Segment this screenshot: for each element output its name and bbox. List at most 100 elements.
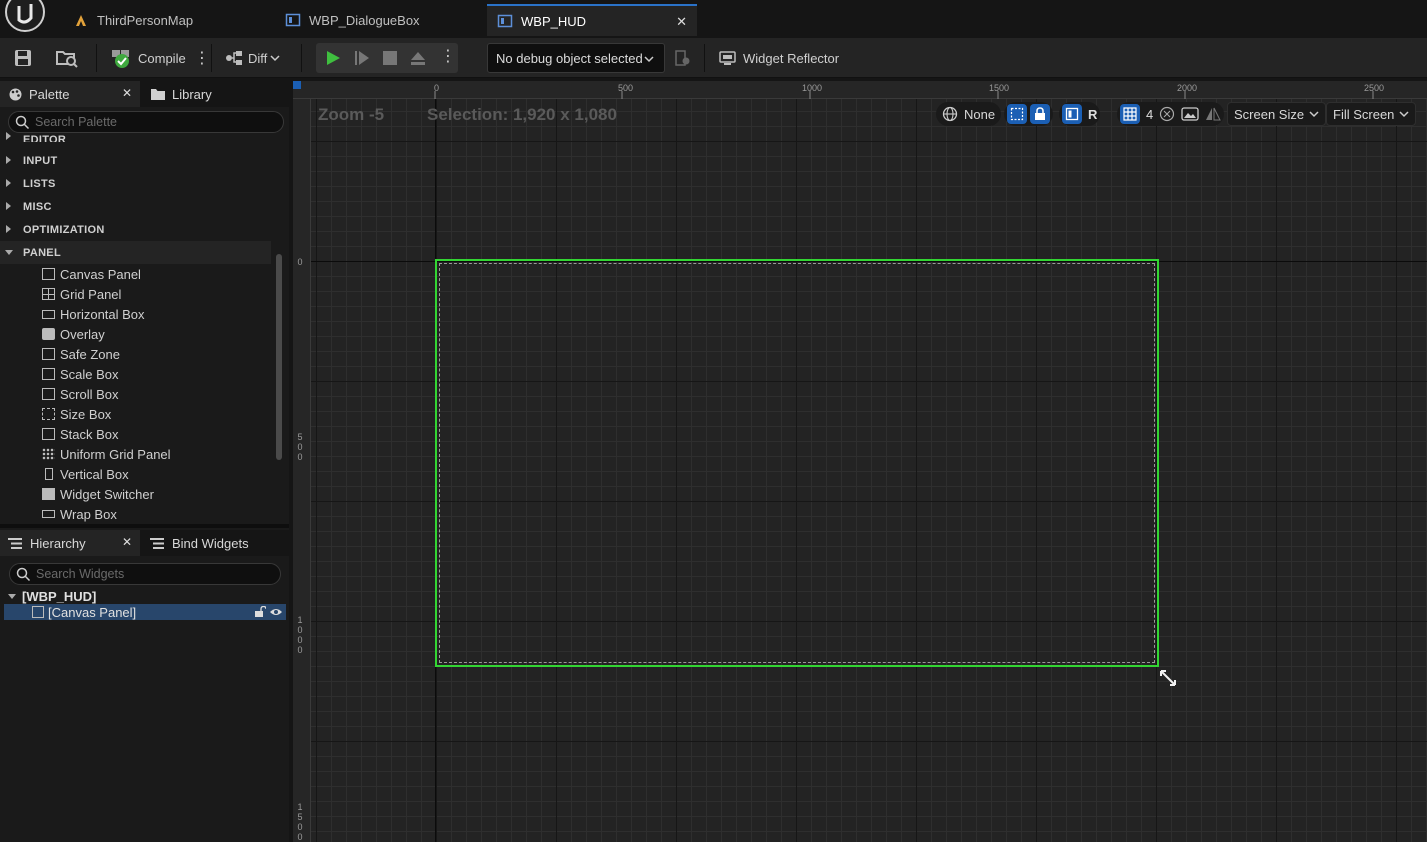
wrap-box-icon (42, 510, 55, 518)
tab-palette[interactable]: Palette ✕ (0, 81, 140, 107)
designer-viewport[interactable]: 0 500 1000 1500 2000 2500 0 500 1000 150… (293, 81, 1427, 842)
palette-item-label: Overlay (60, 326, 105, 342)
tab-label: Library (172, 86, 212, 102)
marquee-select-button[interactable] (1007, 104, 1027, 124)
palette-item-label: Safe Zone (60, 346, 120, 362)
category-misc[interactable]: MISC (0, 195, 271, 218)
tab-bind-widgets[interactable]: Bind Widgets (142, 530, 282, 556)
palette-item-vertical-box[interactable]: Vertical Box (42, 464, 129, 484)
zoom-level: Zoom -5 (318, 105, 385, 124)
palette-item-horizontal-box[interactable]: Horizontal Box (42, 304, 145, 324)
grid-snap-value[interactable]: 4 (1146, 107, 1153, 122)
ruler-tick-label: 0 (297, 257, 303, 267)
palette-item-label: Vertical Box (60, 466, 129, 482)
lock-button[interactable] (1030, 104, 1050, 124)
localization-preview[interactable]: None (936, 101, 1002, 127)
unlock-icon[interactable] (254, 606, 266, 618)
palette-item-scroll-box[interactable]: Scroll Box (42, 384, 119, 404)
transform-mode-icon[interactable] (1159, 106, 1175, 122)
category-input[interactable]: INPUT (0, 149, 271, 172)
ruler-tick-label: 1500 (297, 802, 303, 842)
palette-item-grid-panel[interactable]: Grid Panel (42, 284, 121, 304)
tab-wbp-hud[interactable]: WBP_HUD ✕ (487, 4, 697, 36)
widget-reflector-button[interactable]: Widget Reflector (718, 44, 839, 72)
layout-icon (1065, 107, 1079, 121)
background-image-icon[interactable] (1181, 106, 1199, 122)
tab-label: WBP_HUD (521, 13, 587, 29)
stop-icon[interactable] (381, 49, 399, 67)
expand-arrow-icon (6, 225, 11, 233)
search-placeholder: Search Widgets (36, 567, 125, 581)
palette-item-label: Canvas Panel (60, 266, 141, 282)
close-icon[interactable]: ✕ (122, 86, 132, 100)
palette-item-canvas-panel[interactable]: Canvas Panel (42, 264, 141, 284)
compile-button[interactable]: Compile (110, 44, 186, 72)
unreal-logo-icon[interactable] (5, 0, 47, 32)
tab-wbp-dialoguebox[interactable]: WBP_DialogueBox (275, 4, 485, 36)
category-panel[interactable]: PANEL (0, 241, 271, 264)
debug-object-value: No debug object selected (496, 50, 643, 66)
step-icon[interactable] (353, 49, 371, 67)
r-button[interactable]: R (1088, 107, 1097, 122)
chevron-down-icon (270, 55, 280, 62)
palette-item-uniform-grid-panel[interactable]: Uniform Grid Panel (42, 444, 171, 464)
screen-size-dropdown[interactable]: Screen Size (1227, 101, 1327, 127)
play-icon[interactable] (324, 49, 342, 67)
palette-icon (9, 88, 22, 100)
palette-item-wrap-box[interactable]: Wrap Box (42, 504, 117, 524)
diff-button[interactable]: Diff (224, 44, 280, 72)
tab-hierarchy[interactable]: Hierarchy ✕ (0, 530, 140, 556)
category-lists[interactable]: LISTS (0, 172, 271, 195)
resize-handle-icon[interactable] (1159, 669, 1177, 687)
save-button[interactable] (12, 44, 34, 72)
globe-icon (942, 106, 958, 122)
scale-box-icon (42, 368, 55, 380)
close-icon[interactable]: ✕ (122, 535, 132, 549)
palette-item-size-box[interactable]: Size Box (42, 404, 111, 424)
eye-icon[interactable] (269, 606, 283, 618)
debug-object-dropdown[interactable]: No debug object selected (487, 43, 665, 73)
marquee-icon (1010, 107, 1024, 121)
search-placeholder: Search Palette (35, 115, 117, 129)
diff-icon (226, 51, 242, 65)
palette-item-label: Uniform Grid Panel (60, 446, 171, 462)
eject-icon[interactable] (409, 49, 427, 67)
save-icon (15, 50, 31, 66)
tab-label: Bind Widgets (172, 535, 249, 551)
tab-library[interactable]: Library (142, 81, 282, 107)
canvas-design-bounds[interactable] (435, 259, 1159, 667)
close-tab-icon[interactable]: ✕ (676, 14, 687, 30)
respect-locks-button[interactable] (1062, 104, 1082, 124)
flip-icon[interactable] (1205, 106, 1222, 122)
palette-scrollbar[interactable] (276, 254, 282, 460)
overlay-icon (42, 328, 55, 340)
tab-thirdpersonmap[interactable]: ThirdPersonMap (63, 4, 273, 36)
debug-filter-icon[interactable] (673, 49, 691, 67)
tab-label: ThirdPersonMap (97, 12, 194, 28)
vertical-box-icon (45, 468, 53, 480)
palette-item-safe-zone[interactable]: Safe Zone (42, 344, 120, 364)
compile-options-button[interactable]: ⋮ (194, 44, 210, 72)
palette-item-label: Scale Box (60, 366, 119, 382)
browse-button[interactable] (54, 44, 80, 72)
ruler-tick-label: 500 (297, 432, 303, 462)
more-vertical-icon[interactable]: ⋮ (440, 46, 456, 66)
hierarchy-item-label: [Canvas Panel] (48, 604, 137, 620)
ruler-tick-label: 1000 (297, 615, 303, 655)
search-icon (16, 567, 31, 582)
palette-item-overlay[interactable]: Overlay (42, 324, 105, 344)
hierarchy-row-canvas-panel[interactable]: [Canvas Panel] (4, 604, 286, 620)
grid-snap-button[interactable] (1120, 104, 1140, 124)
palette-item-scale-box[interactable]: Scale Box (42, 364, 119, 384)
category-editor[interactable]: EDITOR (0, 128, 271, 142)
palette-item-label: Wrap Box (60, 506, 117, 522)
hierarchy-search-input[interactable]: Search Widgets (9, 563, 281, 585)
screen-size-value: Screen Size (1234, 106, 1305, 122)
category-optimization[interactable]: OPTIMIZATION (0, 218, 271, 241)
ruler-left: 0 500 1000 1500 (293, 99, 311, 842)
palette-item-widget-switcher[interactable]: Widget Switcher (42, 484, 154, 504)
hierarchy-row-root[interactable]: [WBP_HUD] (4, 588, 286, 604)
palette-item-stack-box[interactable]: Stack Box (42, 424, 119, 444)
grid-icon (1123, 107, 1137, 121)
fill-screen-dropdown[interactable]: Fill Screen (1326, 101, 1417, 127)
